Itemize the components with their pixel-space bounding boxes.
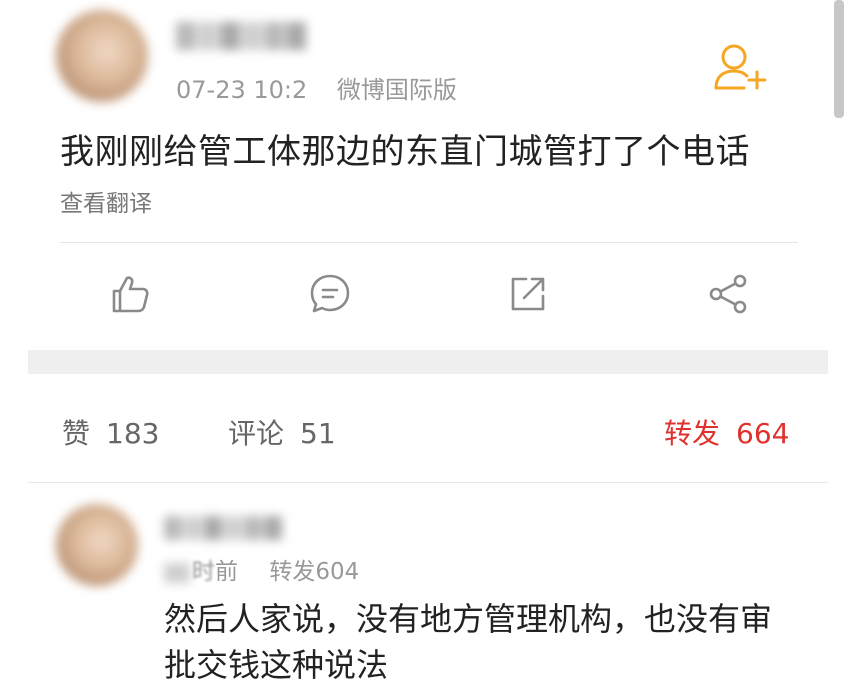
username-pixelated[interactable] [176, 22, 306, 50]
post-text: 我刚刚给管工体那边的东直门城管打了个电话 [60, 132, 750, 172]
scrollbar-thumb[interactable] [834, 0, 844, 118]
translate-link[interactable]: 查看翻译 [60, 184, 152, 218]
divider [28, 482, 828, 483]
reposts-label: 转发 [664, 417, 721, 450]
weibo-post: 07-23 10:2 微博国际版 我刚刚给管工体那边的东直门城管打了个电话 查看… [0, 0, 828, 350]
follow-button[interactable] [710, 40, 770, 96]
avatar[interactable] [56, 10, 148, 102]
comments-label: 评论 [228, 417, 285, 450]
repost-meta: 时前 转发604 [164, 552, 359, 586]
repost-username-pixelated[interactable] [164, 516, 282, 540]
share-button[interactable] [704, 270, 752, 318]
reposts-count: 664 [736, 417, 790, 450]
repost-text: 然后人家说，没有地方管理机构，也没有审批交钱这种说法 [164, 600, 773, 684]
share-icon [709, 274, 747, 314]
post-source: 微博国际版 [336, 76, 457, 104]
divider [60, 242, 798, 243]
likes-count: 183 [106, 417, 160, 450]
comments-tab[interactable]: 评论 51 [228, 412, 336, 452]
post-time: 07-23 10:2 [176, 76, 308, 104]
comments-count: 51 [300, 417, 336, 450]
repost-button[interactable] [504, 270, 552, 318]
likes-tab[interactable]: 赞 183 [62, 412, 159, 452]
likes-label: 赞 [62, 417, 91, 450]
like-icon [112, 276, 149, 313]
like-button[interactable] [106, 270, 154, 318]
section-separator [28, 350, 828, 374]
add-user-icon [714, 44, 767, 90]
comment-button[interactable] [306, 270, 354, 318]
repost-avatar[interactable] [56, 504, 138, 586]
reposts-tab[interactable]: 转发 664 [664, 412, 789, 452]
stats-bar: 赞 183 评论 51 转发 664 [0, 374, 828, 484]
scrollbar[interactable] [828, 0, 848, 696]
post-meta: 07-23 10:2 微博国际版 [176, 70, 457, 105]
repost-count-info: 转发604 [269, 559, 360, 585]
repost-icon [511, 277, 545, 311]
comment-icon [310, 274, 350, 313]
repost-time: 时前 [164, 552, 238, 586]
